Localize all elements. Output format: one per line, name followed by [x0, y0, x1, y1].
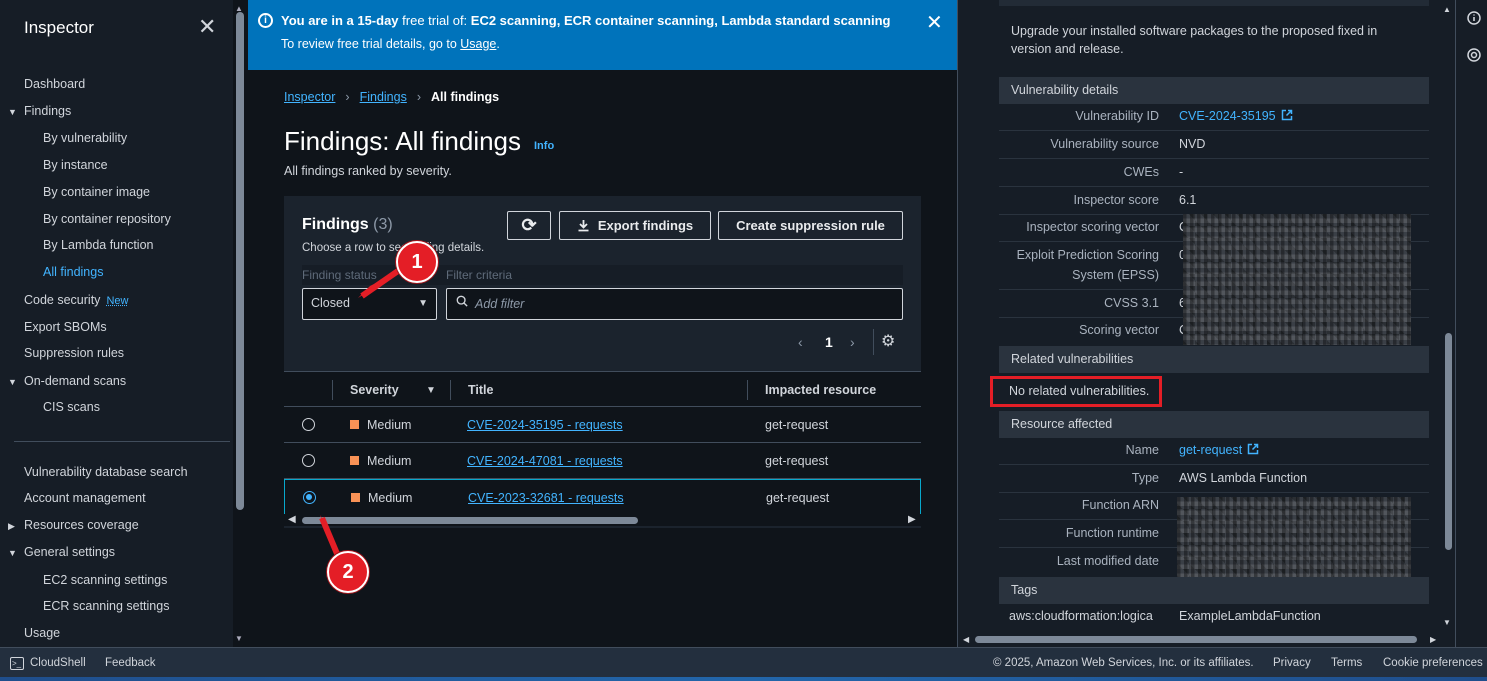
scoring-vector-label: Scoring vector: [1079, 323, 1159, 337]
epss-label-line2: System (EPSS): [1072, 268, 1159, 282]
redacted-area: [1183, 214, 1411, 345]
sidebar-scrollbar-thumb[interactable]: [236, 12, 244, 510]
sidebar-item-by-container-repository[interactable]: By container repository: [43, 212, 171, 226]
row-divider: [999, 464, 1429, 465]
caret-down-icon[interactable]: ▼: [8, 548, 17, 558]
caret-down-icon[interactable]: ▼: [8, 107, 17, 117]
row-divider: [999, 158, 1429, 159]
inspector-score-value: 6.1: [1179, 193, 1197, 207]
external-link-icon[interactable]: [1247, 443, 1259, 455]
detail-horizontal-scrollbar-thumb[interactable]: [975, 636, 1417, 643]
scroll-down-icon[interactable]: ▼: [1443, 618, 1451, 627]
new-badge: New: [106, 295, 129, 307]
help-panel-icon[interactable]: [1467, 48, 1481, 62]
sidebar-item-all-findings[interactable]: All findings: [43, 265, 103, 279]
row-divider: [999, 130, 1429, 131]
navigation-sidebar: Inspector ✕ Dashboard ▼ Findings By vuln…: [0, 0, 233, 647]
sidebar-item-label: Code security: [24, 293, 101, 307]
section-header-remediation: [999, 0, 1429, 6]
cvss-label: CVSS 3.1: [1104, 296, 1159, 310]
external-link-icon[interactable]: [1281, 109, 1293, 121]
annotation-marker-2: 2: [327, 551, 369, 593]
sidebar-item-cis-scans[interactable]: CIS scans: [43, 400, 100, 414]
resource-type-value: AWS Lambda Function: [1179, 471, 1308, 485]
sidebar-title: Inspector: [24, 18, 94, 37]
scroll-left-icon[interactable]: ◀: [963, 635, 969, 644]
utility-rail: [1455, 0, 1487, 647]
inspector-scoring-vector-label: Inspector scoring vector: [1026, 220, 1159, 234]
main-content: i You are in a 15-day free trial of: EC2…: [248, 0, 957, 647]
privacy-link[interactable]: Privacy: [1273, 657, 1311, 669]
sidebar-item-by-instance[interactable]: By instance: [43, 158, 108, 172]
cloudshell-icon[interactable]: >_: [10, 657, 24, 670]
cookie-preferences-link[interactable]: Cookie preferences: [1383, 657, 1483, 669]
sidebar-item-on-demand-scans[interactable]: On-demand scans: [24, 374, 126, 388]
finding-detail-panel: Upgrade your installed software packages…: [958, 0, 1455, 647]
annotation-arrow-2-shaft: [319, 516, 341, 558]
detail-vertical-scrollbar-thumb[interactable]: [1445, 333, 1452, 550]
sidebar-item-export-sboms[interactable]: Export SBOMs: [24, 320, 107, 334]
section-resource-affected: Resource affected: [999, 411, 1429, 438]
remediation-text: Upgrade your installed software packages…: [1011, 24, 1378, 56]
scroll-right-icon[interactable]: ▶: [1430, 635, 1436, 644]
console-footer: >_ CloudShell Feedback © 2025, Amazon We…: [0, 647, 1487, 681]
annotation-marker-1: 1: [396, 241, 438, 283]
row-divider: [999, 186, 1429, 187]
sidebar-item-ec2-scanning-settings[interactable]: EC2 scanning settings: [43, 573, 167, 587]
function-arn-label: Function ARN: [1081, 498, 1159, 512]
tag-key: aws:cloudformation:logica: [1009, 609, 1153, 623]
annotation-arrows: [319, 261, 410, 558]
last-modified-label: Last modified date: [1056, 554, 1159, 568]
sidebar-item-usage[interactable]: Usage: [24, 626, 60, 640]
cwes-value: -: [1179, 165, 1184, 179]
taskbar-strip: [0, 677, 1487, 681]
sidebar-item-by-lambda-function[interactable]: By Lambda function: [43, 238, 154, 252]
copyright-text: © 2025, Amazon Web Services, Inc. or its…: [993, 657, 1254, 669]
redacted-area: [1177, 497, 1411, 581]
section-related-vulnerabilities: Related vulnerabilities: [999, 346, 1429, 373]
close-icon[interactable]: ✕: [198, 16, 216, 38]
sidebar-divider: [14, 441, 230, 442]
sidebar-item-ecr-scanning-settings[interactable]: ECR scanning settings: [43, 599, 169, 613]
row-divider: [999, 492, 1429, 493]
caret-down-icon[interactable]: ▼: [8, 377, 17, 387]
sidebar-item-dashboard[interactable]: Dashboard: [24, 77, 85, 91]
vulnerability-id-link[interactable]: CVE-2024-35195: [1179, 109, 1276, 123]
vulnerability-source-label: Vulnerability source: [1050, 137, 1159, 151]
section-tags: Tags: [999, 577, 1429, 604]
vulnerability-source-value: NVD: [1179, 137, 1206, 151]
sidebar-item-resources-coverage[interactable]: Resources coverage: [24, 518, 139, 532]
cloudshell-link[interactable]: CloudShell: [30, 657, 86, 669]
no-related-vulnerabilities: No related vulnerabilities.: [1009, 384, 1150, 398]
sidebar-item-general-settings[interactable]: General settings: [24, 545, 115, 559]
sidebar-item-by-vulnerability[interactable]: By vulnerability: [43, 131, 127, 145]
resource-type-label: Type: [1131, 471, 1159, 485]
sidebar-item-code-security[interactable]: Code security New: [24, 293, 128, 307]
resource-name-value[interactable]: get-request: [1179, 443, 1259, 457]
sidebar-item-findings[interactable]: Findings: [24, 104, 71, 118]
terms-link[interactable]: Terms: [1331, 657, 1362, 669]
tag-value: ExampleLambdaFunction: [1179, 609, 1321, 623]
caret-right-icon[interactable]: ▶: [8, 521, 15, 532]
vulnerability-id-label: Vulnerability ID: [1075, 109, 1159, 123]
function-runtime-label: Function runtime: [1065, 526, 1159, 540]
cwes-label: CWEs: [1123, 165, 1159, 179]
info-icon[interactable]: [1467, 11, 1481, 25]
epss-label-line1: Exploit Prediction Scoring: [1016, 248, 1159, 262]
vulnerability-id-value[interactable]: CVE-2024-35195: [1179, 109, 1293, 123]
sidebar-item-suppression-rules[interactable]: Suppression rules: [24, 346, 124, 360]
resource-name-link[interactable]: get-request: [1179, 443, 1242, 457]
sidebar-item-vulnerability-database-search[interactable]: Vulnerability database search: [24, 465, 188, 479]
scroll-up-icon[interactable]: ▲: [1443, 5, 1451, 14]
feedback-link[interactable]: Feedback: [105, 657, 156, 669]
section-vulnerability-details: Vulnerability details: [999, 77, 1429, 104]
sidebar-item-account-management[interactable]: Account management: [24, 491, 146, 505]
sidebar-item-by-container-image[interactable]: By container image: [43, 185, 150, 199]
resource-name-label: Name: [1125, 443, 1159, 457]
inspector-score-label: Inspector score: [1073, 193, 1159, 207]
scroll-down-icon[interactable]: ▼: [235, 634, 243, 643]
